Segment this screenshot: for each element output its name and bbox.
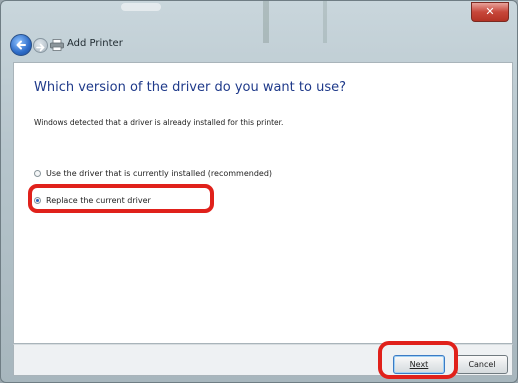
cancel-button-label: Cancel	[468, 360, 496, 369]
forward-arrow-icon	[36, 43, 45, 52]
back-arrow-icon	[16, 40, 26, 50]
radio-button-icon[interactable]	[34, 170, 41, 177]
radio-option-label: Use the driver that is currently install…	[46, 169, 273, 178]
frame-glare	[121, 3, 161, 11]
close-icon: ✕	[485, 5, 495, 18]
frame-decoration	[323, 1, 327, 43]
frame-decoration	[263, 1, 269, 43]
printer-icon	[50, 39, 64, 51]
highlight-annotation-next	[378, 341, 458, 379]
page-description: Windows detected that a driver is alread…	[34, 118, 284, 127]
close-button[interactable]: ✕	[471, 2, 509, 22]
cancel-button[interactable]: Cancel	[456, 355, 508, 374]
radio-option-use-installed[interactable]: Use the driver that is currently install…	[34, 169, 272, 178]
window-title: Add Printer	[67, 38, 123, 49]
highlight-annotation-option	[28, 184, 214, 213]
page-heading: Which version of the driver do you want …	[34, 80, 346, 95]
back-button[interactable]	[10, 34, 32, 56]
forward-button[interactable]	[33, 38, 48, 53]
